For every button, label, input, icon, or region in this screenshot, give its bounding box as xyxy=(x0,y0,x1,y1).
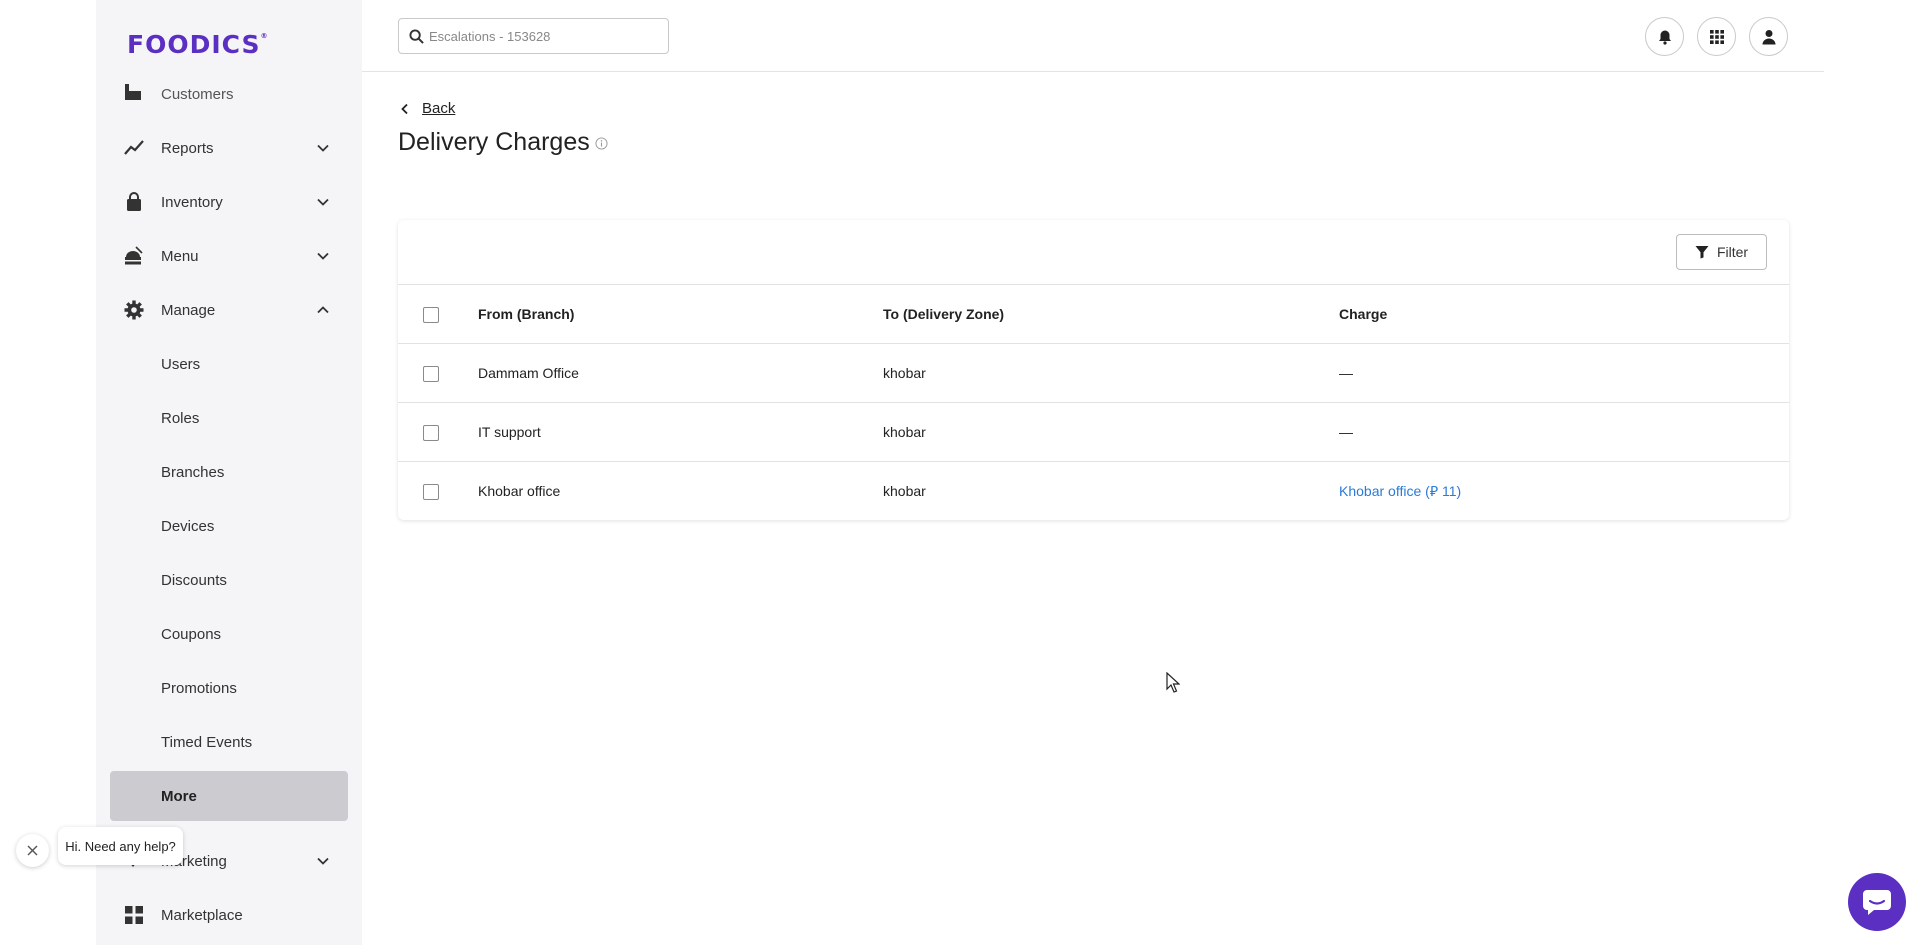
user-icon xyxy=(1762,29,1775,44)
cell-charge: — xyxy=(1339,424,1353,440)
sidebar-item-label: Menu xyxy=(161,247,199,265)
cell-from: Khobar office xyxy=(478,483,561,499)
bell-icon xyxy=(1658,30,1671,45)
sidebar: FOODICS® Customers Reports Inventory Men… xyxy=(96,0,362,945)
sidebar-item-menu[interactable]: Menu xyxy=(110,231,348,281)
help-bubble[interactable]: Hi. Need any help? xyxy=(58,827,183,865)
page-title: Delivery Charges xyxy=(398,128,590,156)
sidebar-item-coupons[interactable]: Coupons xyxy=(110,609,348,659)
sidebar-item-customers[interactable]: Customers xyxy=(110,78,348,108)
cell-to: khobar xyxy=(883,483,926,499)
filter-icon xyxy=(1695,246,1709,259)
shopping-bag-icon xyxy=(127,192,141,211)
sidebar-item-label: Users xyxy=(161,355,201,373)
gear-icon xyxy=(124,300,144,320)
table-header-row: From (Branch) To (Delivery Zone) Charge xyxy=(398,284,1789,343)
sidebar-item-label: Inventory xyxy=(161,193,223,211)
sidebar-item-label: Reports xyxy=(161,139,214,157)
cell-charge-link[interactable]: Khobar office (⃁ 11) xyxy=(1339,482,1461,500)
main-content: Back Delivery Charges Filter From (Branc… xyxy=(362,0,1824,945)
chevron-up-icon xyxy=(317,306,329,314)
chat-icon xyxy=(1863,890,1891,915)
delivery-charges-card: Filter From (Branch) To (Delivery Zone) … xyxy=(398,220,1789,520)
chevron-left-icon xyxy=(401,103,408,114)
chat-launcher-button[interactable] xyxy=(1848,873,1906,931)
sidebar-item-roles[interactable]: Roles xyxy=(110,393,348,443)
table-row[interactable]: Khobar office khobar Khobar office (⃁ 11… xyxy=(398,461,1789,520)
chevron-down-icon xyxy=(317,144,329,152)
filter-button[interactable]: Filter xyxy=(1676,234,1767,270)
sidebar-item-inventory[interactable]: Inventory xyxy=(110,177,348,227)
sidebar-item-branches[interactable]: Branches xyxy=(110,447,348,497)
sidebar-item-label: Timed Events xyxy=(161,733,253,751)
row-checkbox[interactable] xyxy=(423,366,439,382)
column-header-to[interactable]: To (Delivery Zone) xyxy=(883,306,1004,322)
left-gutter xyxy=(0,0,96,945)
customers-icon xyxy=(125,84,141,100)
sidebar-item-users[interactable]: Users xyxy=(110,339,348,389)
sidebar-item-devices[interactable]: Devices xyxy=(110,501,348,551)
back-link[interactable]: Back xyxy=(400,100,455,117)
sidebar-item-label: Promotions xyxy=(161,679,237,697)
grid-icon xyxy=(1709,29,1724,44)
table-row[interactable]: IT support khobar — xyxy=(398,402,1789,461)
sidebar-item-label: Marketplace xyxy=(161,906,243,924)
sidebar-item-more[interactable]: More xyxy=(110,771,348,821)
apps-button[interactable] xyxy=(1697,17,1736,56)
sidebar-item-label: More xyxy=(161,787,197,805)
sidebar-item-promotions[interactable]: Promotions xyxy=(110,663,348,713)
column-header-from[interactable]: From (Branch) xyxy=(478,306,574,322)
delivery-charges-table: From (Branch) To (Delivery Zone) Charge … xyxy=(398,284,1789,520)
food-menu-icon xyxy=(125,246,143,265)
sidebar-item-marketplace[interactable]: Marketplace xyxy=(110,890,348,940)
chart-line-icon xyxy=(124,140,144,155)
mouse-cursor-icon xyxy=(1166,672,1180,693)
apps-grid-icon xyxy=(125,906,143,924)
row-checkbox[interactable] xyxy=(423,425,439,441)
sidebar-item-label: Devices xyxy=(161,517,215,535)
cell-from: IT support xyxy=(478,424,541,440)
column-header-charge[interactable]: Charge xyxy=(1339,306,1387,322)
row-checkbox[interactable] xyxy=(423,484,439,500)
search-icon xyxy=(409,29,424,44)
sidebar-item-label: Roles xyxy=(161,409,200,427)
cell-charge: — xyxy=(1339,365,1353,381)
foodics-logo[interactable]: FOODICS® xyxy=(127,30,268,59)
search-input[interactable] xyxy=(429,19,665,53)
sidebar-item-label: Coupons xyxy=(161,625,222,643)
chevron-down-icon xyxy=(317,198,329,206)
sidebar-item-discounts[interactable]: Discounts xyxy=(110,555,348,605)
sidebar-item-label: Manage xyxy=(161,301,216,319)
notifications-button[interactable] xyxy=(1645,17,1684,56)
close-icon xyxy=(27,845,38,856)
cell-to: khobar xyxy=(883,424,926,440)
back-label: Back xyxy=(422,100,456,117)
sidebar-item-label: Customers xyxy=(161,86,234,103)
sidebar-item-label: Discounts xyxy=(161,571,227,589)
profile-button[interactable] xyxy=(1749,17,1788,56)
filter-label: Filter xyxy=(1716,244,1749,260)
sidebar-item-manage[interactable]: Manage xyxy=(110,285,348,335)
help-close-button[interactable] xyxy=(16,834,49,867)
cell-to: khobar xyxy=(883,365,926,381)
chevron-down-icon xyxy=(317,252,329,260)
help-bubble-text: Hi. Need any help? xyxy=(65,838,176,854)
chevron-down-icon xyxy=(317,857,329,865)
select-all-checkbox[interactable] xyxy=(423,307,439,323)
sidebar-item-timed-events[interactable]: Timed Events xyxy=(110,717,348,767)
info-icon[interactable] xyxy=(595,137,608,150)
top-bar xyxy=(362,0,1824,72)
sidebar-item-label: Branches xyxy=(161,463,225,481)
cell-from: Dammam Office xyxy=(478,365,579,381)
sidebar-item-reports[interactable]: Reports xyxy=(110,123,348,173)
search-box[interactable] xyxy=(398,18,669,54)
table-row[interactable]: Dammam Office khobar — xyxy=(398,343,1789,402)
